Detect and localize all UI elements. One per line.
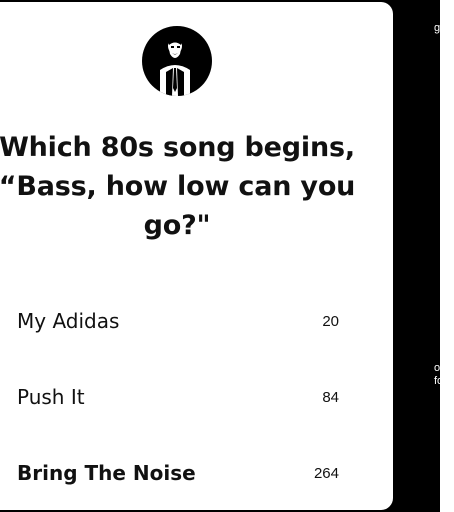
- answer-list: My Adidas 20 Push It 84 Bring The Noise …: [17, 283, 339, 511]
- answer-count: 264: [313, 464, 339, 482]
- answer-option[interactable]: Bring The Noise 264: [17, 435, 339, 511]
- side-text-bottom: for: [434, 375, 447, 387]
- poll-card: Which 80s song begins, “Bass, how low ca…: [0, 2, 393, 510]
- page: g o for Which 80s song begins, “Bass, ho…: [0, 0, 454, 512]
- answer-label: Bring The Noise: [17, 461, 196, 485]
- poll-question: Which 80s song begins, “Bass, how low ca…: [0, 132, 356, 241]
- person-avatar-icon: [142, 26, 212, 96]
- side-text-top: g: [434, 22, 441, 34]
- answer-option[interactable]: Push It 84: [17, 359, 339, 435]
- answer-label: Push It: [17, 385, 85, 409]
- side-panel: [440, 0, 454, 512]
- answer-option[interactable]: My Adidas 20: [17, 283, 339, 359]
- side-text-mid: o: [434, 362, 441, 374]
- answer-label: My Adidas: [17, 309, 120, 333]
- answer-count: 20: [322, 312, 339, 330]
- answer-count: 84: [322, 388, 339, 406]
